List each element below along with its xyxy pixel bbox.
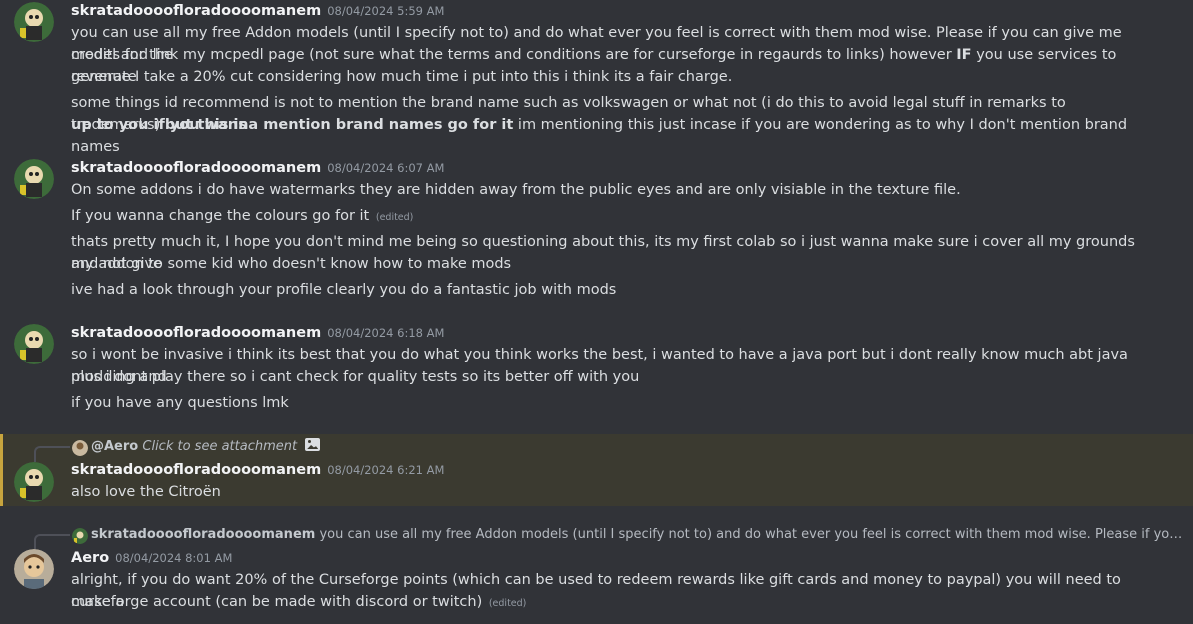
username[interactable]: skratadoooofloradoooomanem	[71, 3, 321, 19]
image-icon	[305, 438, 321, 451]
message-text: If you wanna change the colours go for i…	[71, 208, 414, 224]
edited-label: (edited)	[488, 598, 527, 609]
message-text: if you have any questions lmk	[71, 395, 289, 411]
message-text: revenue I take a 20% cut considering how…	[71, 69, 733, 85]
reply-text[interactable]: you can use all my free Addon models (un…	[319, 524, 1189, 546]
message-text: my addon to some kid who doesn't know ho…	[71, 256, 512, 272]
username[interactable]: Aero	[71, 550, 109, 566]
message-text: up to you if you wanna mention brand nam…	[71, 117, 1128, 155]
avatar[interactable]	[14, 2, 54, 42]
reply-avatar	[72, 528, 88, 544]
reply-spine	[34, 534, 70, 550]
timestamp[interactable]: 08/04/2024 6:21 AM	[327, 463, 444, 477]
username[interactable]: skratadoooofloradoooomanem	[71, 160, 321, 176]
edited-label: (edited)	[375, 212, 414, 223]
avatar[interactable]	[14, 159, 54, 199]
bold-text: IF	[956, 47, 972, 63]
message-text: plus i dont play there so i cant check f…	[71, 369, 640, 385]
reply-username[interactable]: skratadoooofloradoooomanem	[91, 527, 315, 542]
timestamp[interactable]: 08/04/2024 8:01 AM	[115, 551, 232, 565]
username[interactable]: skratadoooofloradoooomanem	[71, 462, 321, 478]
reply-username[interactable]: @Aero	[91, 439, 138, 454]
message-text: also love the Citroën	[71, 484, 221, 500]
username[interactable]: skratadoooofloradoooomanem	[71, 325, 321, 341]
reply-avatar	[72, 440, 88, 456]
message-text: ive had a look through your profile clea…	[71, 282, 617, 298]
avatar[interactable]	[14, 462, 54, 502]
avatar[interactable]	[14, 324, 54, 364]
reply-spine	[34, 446, 70, 462]
timestamp[interactable]: 08/04/2024 5:59 AM	[327, 4, 444, 18]
timestamp[interactable]: 08/04/2024 6:07 AM	[327, 161, 444, 175]
avatar[interactable]	[14, 549, 54, 589]
bold-text: up to you if you wanna mention brand nam…	[71, 117, 514, 133]
timestamp[interactable]: 08/04/2024 6:18 AM	[327, 326, 444, 340]
reply-text[interactable]: Click to see attachment	[142, 439, 297, 454]
message-text: curseforge account (can be made with dis…	[71, 594, 527, 610]
message-text: On some addons i do have watermarks they…	[71, 182, 961, 198]
